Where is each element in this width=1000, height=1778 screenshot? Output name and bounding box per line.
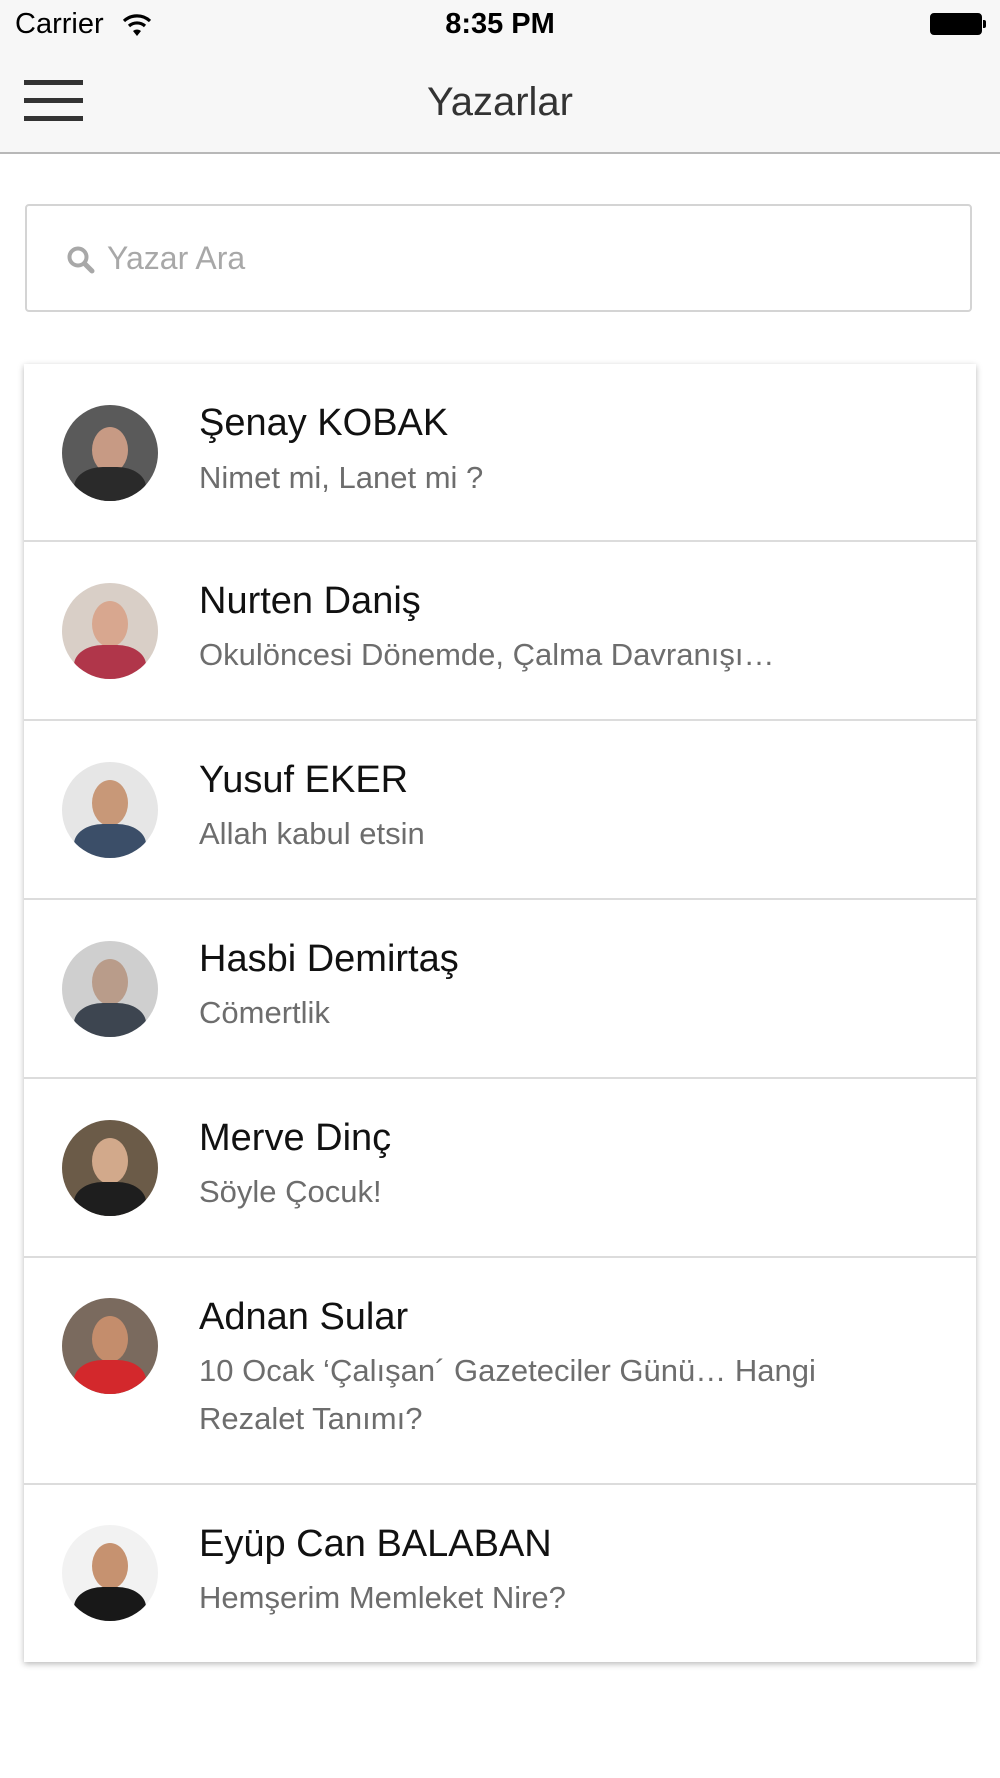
author-row[interactable]: Hasbi Demirtaş Cömertlik (24, 900, 976, 1079)
author-latest-article: Söyle Çocuk! (199, 1174, 382, 1209)
author-latest-article: Cömertlik (199, 995, 330, 1030)
author-latest-article: Nimet mi, Lanet mi ? (199, 460, 484, 495)
author-name: Hasbi Demirtaş (199, 938, 459, 980)
author-row[interactable]: Yusuf EKER Allah kabul etsin (24, 721, 976, 900)
author-avatar (62, 405, 158, 501)
status-bar: Carrier 8:35 PM (0, 0, 1000, 50)
author-latest-article: Allah kabul etsin (199, 816, 425, 851)
author-latest-article: Okulöncesi Dönemde, Çalma Davranışı… (199, 637, 775, 672)
page-title: Yazarlar (427, 80, 573, 124)
author-latest-article: 10 Ocak ‘Çalışan´ Gazeteciler Günü… Hang… (199, 1353, 816, 1436)
author-row[interactable]: Nurten Daniş Okulöncesi Dönemde, Çalma D… (24, 542, 976, 721)
author-name: Eyüp Can BALABAN (199, 1523, 552, 1565)
battery-icon (930, 13, 986, 35)
author-avatar (62, 941, 158, 1037)
author-row[interactable]: Eyüp Can BALABAN Hemşerim Memleket Nire? (24, 1485, 976, 1662)
author-row[interactable]: Adnan Sular 10 Ocak ‘Çalışan´ Gazetecile… (24, 1258, 976, 1485)
author-avatar (62, 762, 158, 858)
navigation-bar: Yazarlar (0, 50, 1000, 154)
search-icon (67, 246, 95, 274)
author-row[interactable]: Şenay KOBAK Nimet mi, Lanet mi ? (24, 364, 976, 542)
author-avatar (62, 583, 158, 679)
author-row[interactable]: Merve Dinç Söyle Çocuk! (24, 1079, 976, 1258)
author-avatar (62, 1525, 158, 1621)
search-input[interactable] (107, 228, 947, 288)
status-time: 8:35 PM (445, 8, 555, 40)
author-avatar (62, 1120, 158, 1216)
author-name: Nurten Daniş (199, 580, 421, 622)
author-list: Şenay KOBAK Nimet mi, Lanet mi ? Nurten … (24, 364, 976, 1662)
author-name: Yusuf EKER (199, 759, 409, 801)
author-name: Merve Dinç (199, 1117, 392, 1159)
author-name: Adnan Sular (199, 1296, 409, 1338)
author-name: Şenay KOBAK (199, 402, 449, 444)
search-bar[interactable] (25, 204, 972, 312)
author-latest-article: Hemşerim Memleket Nire? (199, 1580, 566, 1615)
author-avatar (62, 1298, 158, 1394)
